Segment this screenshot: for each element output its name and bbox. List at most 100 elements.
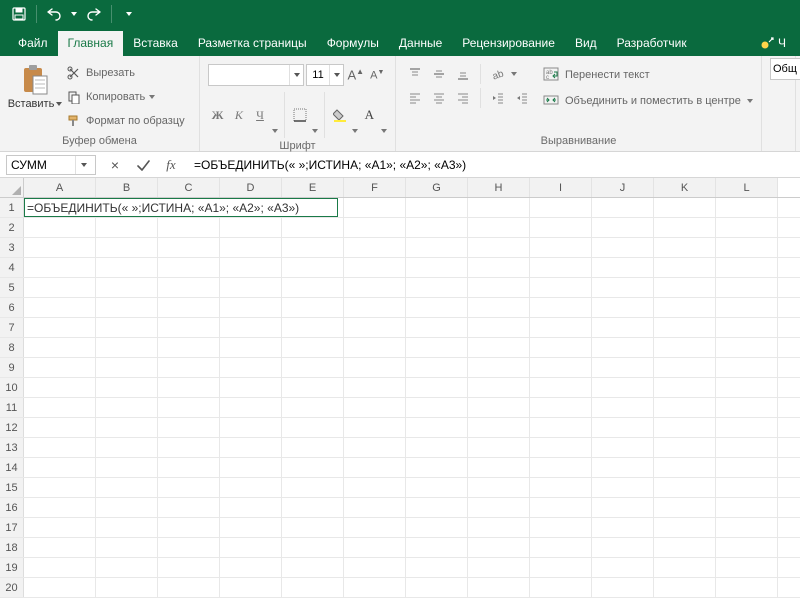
cell-A8[interactable] (24, 338, 96, 357)
cell-E2[interactable] (282, 218, 344, 237)
cell-B4[interactable] (96, 258, 158, 277)
cell-L13[interactable] (716, 438, 778, 457)
cell-F9[interactable] (344, 358, 406, 377)
cell-G12[interactable] (406, 418, 468, 437)
cell-I15[interactable] (530, 478, 592, 497)
cell-I6[interactable] (530, 298, 592, 317)
row-header-2[interactable]: 2 (0, 218, 24, 237)
cell-H18[interactable] (468, 538, 530, 557)
cell-E16[interactable] (282, 498, 344, 517)
cell-B6[interactable] (96, 298, 158, 317)
column-header-H[interactable]: H (468, 178, 530, 197)
cell-I4[interactable] (530, 258, 592, 277)
cell-K19[interactable] (654, 558, 716, 577)
cell-H6[interactable] (468, 298, 530, 317)
cell-F11[interactable] (344, 398, 406, 417)
cell-A15[interactable] (24, 478, 96, 497)
cell-H16[interactable] (468, 498, 530, 517)
cell-D3[interactable] (220, 238, 282, 257)
cell-D15[interactable] (220, 478, 282, 497)
cell-F4[interactable] (344, 258, 406, 277)
cell-I3[interactable] (530, 238, 592, 257)
cell-A4[interactable] (24, 258, 96, 277)
cell-E17[interactable] (282, 518, 344, 537)
number-format-combo[interactable] (770, 58, 800, 80)
cell-J7[interactable] (592, 318, 654, 337)
row-header-6[interactable]: 6 (0, 298, 24, 317)
merge-center-button[interactable]: Объединить и поместить в центре (543, 90, 753, 112)
cell-E11[interactable] (282, 398, 344, 417)
cell-J6[interactable] (592, 298, 654, 317)
cell-K9[interactable] (654, 358, 716, 377)
cell-D8[interactable] (220, 338, 282, 357)
tab-formulas[interactable]: Формулы (317, 31, 389, 56)
cell-L12[interactable] (716, 418, 778, 437)
cell-K3[interactable] (654, 238, 716, 257)
column-header-A[interactable]: A (24, 178, 96, 197)
cell-G19[interactable] (406, 558, 468, 577)
cell-D2[interactable] (220, 218, 282, 237)
cell-C18[interactable] (158, 538, 220, 557)
increase-font-button[interactable]: A▲ (346, 64, 366, 86)
cell-H15[interactable] (468, 478, 530, 497)
cell-J10[interactable] (592, 378, 654, 397)
column-header-J[interactable]: J (592, 178, 654, 197)
cell-L2[interactable] (716, 218, 778, 237)
row-header-18[interactable]: 18 (0, 538, 24, 557)
cell-F1[interactable] (344, 198, 406, 217)
cell-F17[interactable] (344, 518, 406, 537)
cell-I8[interactable] (530, 338, 592, 357)
orientation-button[interactable]: ab (487, 64, 509, 84)
cell-I20[interactable] (530, 578, 592, 597)
cell-C11[interactable] (158, 398, 220, 417)
cell-E6[interactable] (282, 298, 344, 317)
save-icon[interactable] (6, 3, 32, 25)
cell-A1[interactable]: =ОБЪЕДИНИТЬ(« »;ИСТИНА; «А1»; «А2»; «А3»… (24, 198, 96, 217)
paste-button[interactable]: Вставить (8, 60, 62, 133)
cell-I18[interactable] (530, 538, 592, 557)
cell-K7[interactable] (654, 318, 716, 337)
cell-B9[interactable] (96, 358, 158, 377)
cell-G16[interactable] (406, 498, 468, 517)
column-header-F[interactable]: F (344, 178, 406, 197)
number-format-input[interactable] (771, 62, 799, 76)
italic-button[interactable]: К (229, 104, 248, 126)
row-header-14[interactable]: 14 (0, 458, 24, 477)
cell-E8[interactable] (282, 338, 344, 357)
font-color-button[interactable]: A (360, 104, 379, 126)
cell-L17[interactable] (716, 518, 778, 537)
row-header-9[interactable]: 9 (0, 358, 24, 377)
cell-D11[interactable] (220, 398, 282, 417)
chevron-down-icon[interactable] (75, 156, 91, 174)
row-header-17[interactable]: 17 (0, 518, 24, 537)
cell-E7[interactable] (282, 318, 344, 337)
cell-E18[interactable] (282, 538, 344, 557)
cell-J11[interactable] (592, 398, 654, 417)
cell-A17[interactable] (24, 518, 96, 537)
cell-B13[interactable] (96, 438, 158, 457)
tab-data[interactable]: Данные (389, 31, 452, 56)
cell-B20[interactable] (96, 578, 158, 597)
cell-E3[interactable] (282, 238, 344, 257)
cell-J1[interactable] (592, 198, 654, 217)
increase-indent-button[interactable] (511, 88, 533, 108)
cell-D19[interactable] (220, 558, 282, 577)
cell-G13[interactable] (406, 438, 468, 457)
row-header-10[interactable]: 10 (0, 378, 24, 397)
cell-C20[interactable] (158, 578, 220, 597)
cell-E14[interactable] (282, 458, 344, 477)
cell-J14[interactable] (592, 458, 654, 477)
cell-G18[interactable] (406, 538, 468, 557)
cell-H19[interactable] (468, 558, 530, 577)
cell-F18[interactable] (344, 538, 406, 557)
cell-D12[interactable] (220, 418, 282, 437)
cell-B7[interactable] (96, 318, 158, 337)
cell-A11[interactable] (24, 398, 96, 417)
cell-D7[interactable] (220, 318, 282, 337)
cell-A14[interactable] (24, 458, 96, 477)
cell-A7[interactable] (24, 318, 96, 337)
row-header-11[interactable]: 11 (0, 398, 24, 417)
cell-D9[interactable] (220, 358, 282, 377)
undo-dropdown[interactable] (67, 3, 81, 25)
cell-C2[interactable] (158, 218, 220, 237)
